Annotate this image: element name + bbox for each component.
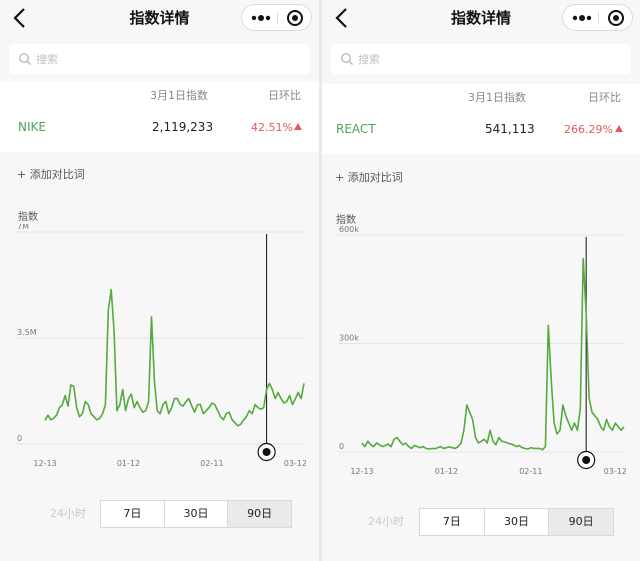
x-tick-label: 01-12 bbox=[117, 459, 140, 468]
x-tick-label: 12-13 bbox=[33, 459, 56, 468]
back-arrow-icon[interactable] bbox=[332, 6, 352, 30]
index-detail-panel-react: 指数详情 3月1日指数 日环比 REACT 541,113 266.29% + … bbox=[322, 0, 640, 561]
tab-7d[interactable]: 7日 bbox=[101, 501, 165, 527]
x-tick-label: 03-12 bbox=[284, 459, 307, 468]
up-triangle-icon bbox=[615, 125, 623, 132]
date-index-header: 3月1日指数 bbox=[150, 89, 208, 102]
nav-bar: 指数详情 bbox=[0, 0, 319, 36]
search-input[interactable] bbox=[36, 50, 304, 68]
day-ratio-value: 266.29% bbox=[564, 123, 613, 136]
keyword-label[interactable]: REACT bbox=[336, 122, 376, 136]
add-compare-button[interactable]: + 添加对比词 bbox=[17, 166, 85, 182]
y-tick-label: 300k bbox=[339, 334, 359, 343]
search-icon bbox=[18, 52, 32, 66]
back-arrow-icon[interactable] bbox=[10, 6, 30, 30]
y-tick-label: 0 bbox=[339, 442, 344, 451]
chart-y-label: 指数 bbox=[336, 215, 356, 226]
tab-group: 7日 30日 90日 bbox=[419, 508, 614, 536]
trend-chart[interactable]: 0 3.5M 7M 12-13 01-12 02-11 03-12 bbox=[0, 224, 319, 474]
x-tick-label: 01-12 bbox=[435, 467, 458, 476]
search-bar[interactable] bbox=[331, 44, 631, 74]
mini-program-capsule bbox=[562, 4, 633, 31]
search-bar[interactable] bbox=[9, 44, 310, 74]
series-line bbox=[44, 288, 305, 427]
x-tick-label: 02-11 bbox=[200, 459, 223, 468]
day-ratio-header: 日环比 bbox=[588, 91, 621, 104]
tab-24h[interactable]: 24小时 bbox=[40, 500, 96, 528]
series-line bbox=[361, 257, 625, 451]
tab-7d[interactable]: 7日 bbox=[420, 509, 485, 535]
y-tick-label: 0 bbox=[17, 434, 22, 443]
capsule-divider bbox=[277, 12, 278, 24]
close-target-icon[interactable] bbox=[286, 9, 304, 27]
close-target-icon[interactable] bbox=[607, 9, 625, 27]
index-value: 2,119,233 bbox=[152, 120, 214, 134]
cursor-marker-dot bbox=[262, 448, 271, 456]
x-tick-label: 03-12 bbox=[604, 467, 627, 476]
day-ratio-header: 日环比 bbox=[268, 89, 301, 102]
x-tick-label: 02-11 bbox=[519, 467, 542, 476]
tab-90d[interactable]: 90日 bbox=[549, 509, 614, 535]
tab-30d[interactable]: 30日 bbox=[485, 509, 550, 535]
trend-chart[interactable]: 0 300k 600k 12-13 01-12 02-11 03-12 bbox=[322, 226, 640, 476]
chart-y-label: 指数 bbox=[18, 212, 38, 223]
search-input[interactable] bbox=[358, 50, 625, 68]
time-range-tabs: 24小时 7日 30日 90日 bbox=[358, 508, 614, 536]
tab-24h[interactable]: 24小时 bbox=[358, 508, 414, 536]
x-tick-label: 12-13 bbox=[350, 467, 373, 476]
index-value: 541,113 bbox=[485, 122, 535, 136]
date-index-header: 3月1日指数 bbox=[468, 91, 526, 104]
cursor-marker-dot bbox=[582, 456, 591, 464]
add-compare-button[interactable]: + 添加对比词 bbox=[335, 169, 403, 185]
capsule-divider bbox=[598, 12, 599, 24]
nav-bar: 指数详情 bbox=[322, 0, 640, 36]
y-tick-label: 7M bbox=[17, 224, 29, 231]
index-table: 3月1日指数 日环比 NIKE 2,119,233 42.51% bbox=[0, 82, 319, 152]
tab-30d[interactable]: 30日 bbox=[165, 501, 229, 527]
tab-90d[interactable]: 90日 bbox=[228, 501, 292, 527]
keyword-label[interactable]: NIKE bbox=[18, 120, 46, 134]
index-table: 3月1日指数 日环比 REACT 541,113 266.29% bbox=[322, 84, 640, 154]
search-icon bbox=[340, 52, 354, 66]
day-ratio-value: 42.51% bbox=[251, 121, 293, 134]
y-tick-label: 3.5M bbox=[17, 328, 37, 337]
mini-program-capsule bbox=[241, 4, 312, 31]
tab-group: 7日 30日 90日 bbox=[100, 500, 292, 528]
time-range-tabs: 24小时 7日 30日 90日 bbox=[40, 500, 292, 528]
up-triangle-icon bbox=[294, 123, 302, 130]
more-dots-icon[interactable] bbox=[570, 11, 594, 25]
more-dots-icon[interactable] bbox=[249, 11, 273, 25]
y-tick-label: 600k bbox=[339, 226, 359, 234]
index-detail-panel-nike: 指数详情 3月1日指数 日环比 NIKE 2,119,233 42.51% + … bbox=[0, 0, 319, 561]
